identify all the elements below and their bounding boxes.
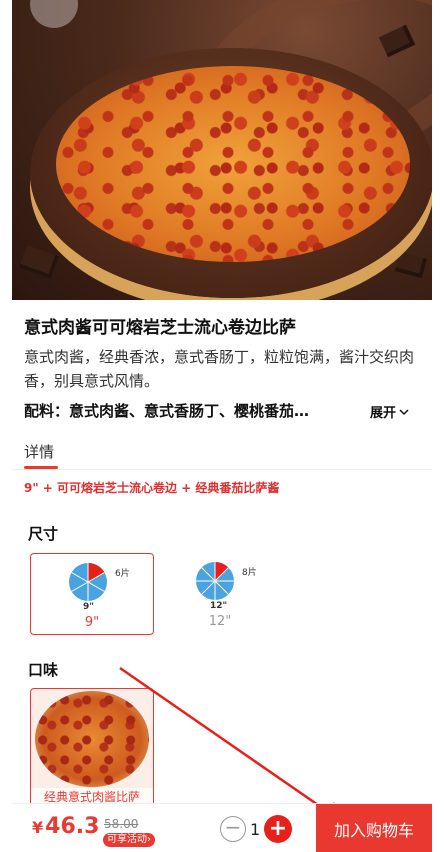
- quantity-stepper: − 1 +: [220, 815, 292, 843]
- currency-symbol: ¥: [32, 818, 44, 837]
- size-slices: 6片: [115, 569, 130, 579]
- quantity-value: 1: [250, 819, 261, 839]
- pizza-topping: [56, 66, 410, 262]
- current-price: ¥46.3: [32, 814, 99, 839]
- product-title: 意式肉酱可可熔岩芝士流心卷边比萨: [24, 318, 296, 338]
- product-description: 意式肉酱，经典香浓，意式香肠丁，粒粒饱满，酱汁交织肉香，别具意式风情。: [24, 348, 415, 390]
- product-ingredients: 配料：意式肉酱、意式香肠丁、樱桃番茄…: [24, 402, 310, 420]
- divider: [12, 469, 432, 470]
- size-inch: 12": [210, 601, 228, 611]
- flavor-option[interactable]: 经典意式肉酱比萨: [30, 688, 154, 806]
- promo-label: 可享活动: [107, 834, 147, 845]
- promo-badge[interactable]: 可享活动 ›: [103, 833, 155, 847]
- size-slices: 8片: [242, 568, 257, 578]
- size-inch: 9": [83, 602, 94, 612]
- bottom-bar: ¥46.3 58.00 可享活动 › − 1 + 加入购物车: [12, 803, 432, 852]
- product-hero-image: [12, 0, 432, 300]
- chocolate-chunk: [18, 244, 60, 280]
- back-button[interactable]: [30, 0, 78, 28]
- flavor-image: [35, 691, 149, 787]
- expand-button[interactable]: 展开: [370, 402, 410, 421]
- size-option-label: 9": [84, 615, 100, 630]
- price-value: 46.3: [45, 814, 100, 839]
- chocolate-chunk: [394, 251, 428, 279]
- spec-summary: 9" + 可可熔岩芝士流心卷边 + 经典番茄比萨酱: [24, 481, 280, 495]
- size-option-9[interactable]: 6片 9" 9": [30, 553, 154, 635]
- pizza-pie-icon: [196, 562, 234, 600]
- decrease-quantity-button[interactable]: −: [220, 816, 246, 842]
- chevron-down-icon: [399, 408, 409, 415]
- chevron-right-icon: ›: [147, 834, 151, 845]
- size-section-title: 尺寸: [28, 525, 59, 543]
- tab-details[interactable]: 详情: [24, 441, 54, 462]
- flavor-section-title: 口味: [28, 661, 59, 679]
- size-option-12[interactable]: 8片 12" 12": [158, 553, 282, 635]
- increase-quantity-button[interactable]: +: [264, 815, 292, 843]
- original-price: 58.00: [104, 817, 139, 831]
- expand-label: 展开: [370, 406, 397, 421]
- size-option-label: 12": [208, 614, 232, 629]
- pizza-pie-icon: [69, 562, 107, 601]
- add-to-cart-button[interactable]: 加入购物车: [316, 804, 432, 852]
